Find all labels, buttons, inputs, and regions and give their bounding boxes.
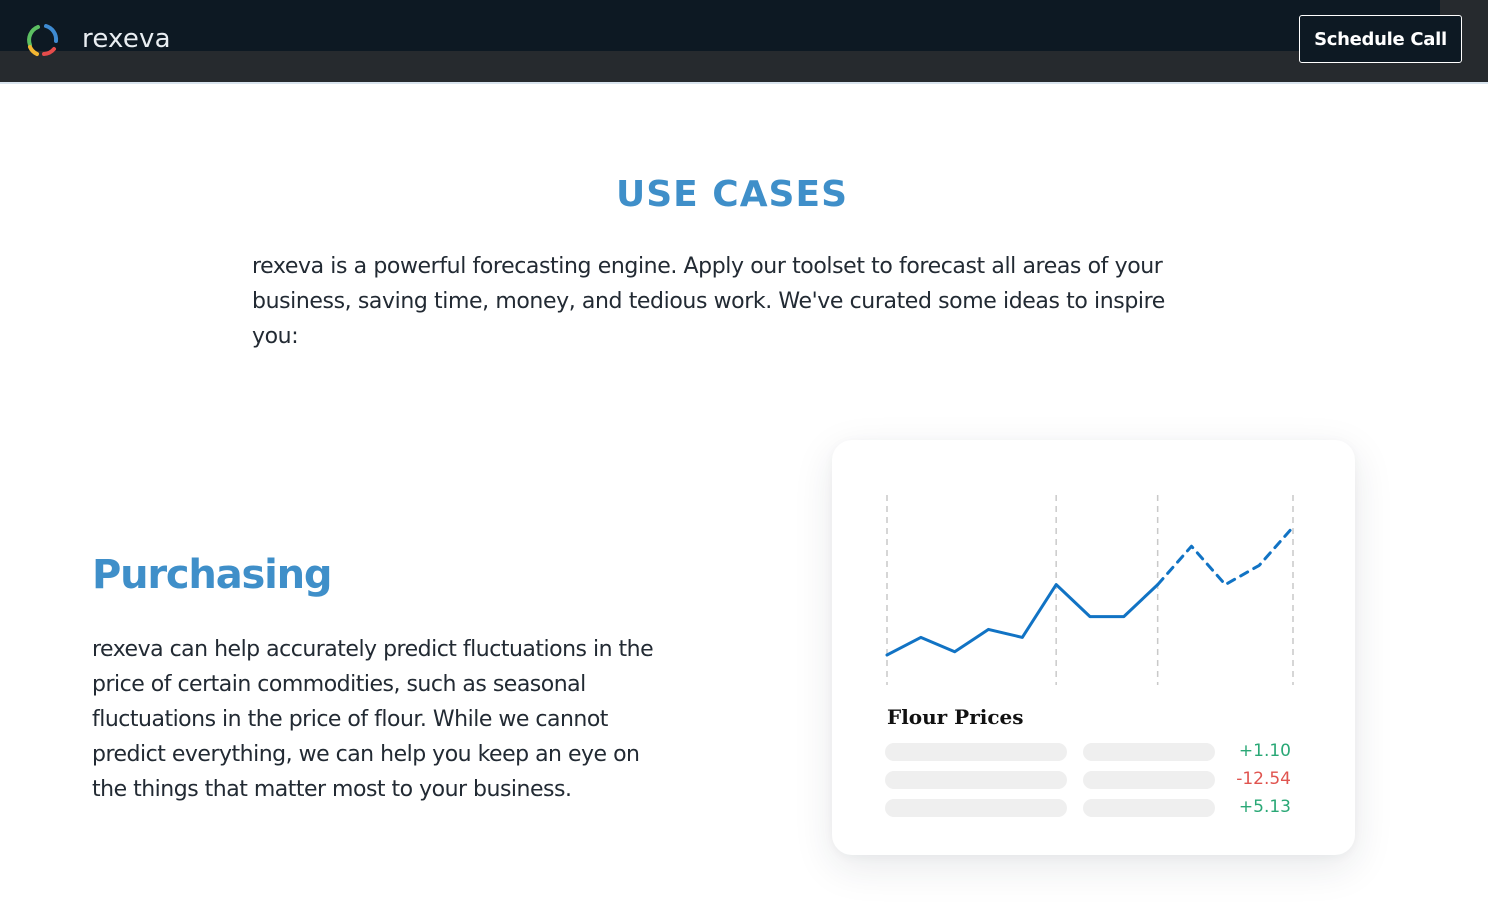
chart-grid [886,495,1294,685]
price-delta: +1.10 [1238,741,1291,761]
placeholder-bar [1083,771,1215,789]
top-navigation: rexeva Schedule Call [0,0,1488,84]
card-title: Flour Prices [887,705,1024,729]
placeholder-bar [885,799,1067,817]
use-case-description: rexeva can help accurately predict fluct… [92,637,654,802]
flour-price-chart [885,495,1295,685]
history-series-line [885,583,1160,657]
flour-prices-card: Flour Prices +1.10 -12.54 +5.13 [832,440,1355,855]
placeholder-bar [1083,743,1215,761]
section-intro: rexeva is a powerful forecasting engine.… [252,254,1165,349]
forecast-series-line [1156,525,1295,587]
schedule-call-button[interactable]: Schedule Call [1299,15,1462,63]
placeholder-bar [885,743,1067,761]
price-row: +5.13 [885,797,1303,817]
top-navigation-inner [0,0,1440,51]
placeholder-bar [1083,799,1215,817]
placeholder-bar [885,771,1067,789]
use-case-title: Purchasing [92,552,333,598]
chart-lines [885,525,1295,657]
price-delta: -12.54 [1236,769,1291,789]
price-delta: +5.13 [1238,797,1291,817]
rexeva-logo-icon[interactable] [22,19,63,60]
price-row: +1.10 [885,741,1303,761]
brand-name[interactable]: rexeva [82,24,171,54]
section-title: USE CASES [615,174,848,215]
price-row: -12.54 [885,769,1303,789]
